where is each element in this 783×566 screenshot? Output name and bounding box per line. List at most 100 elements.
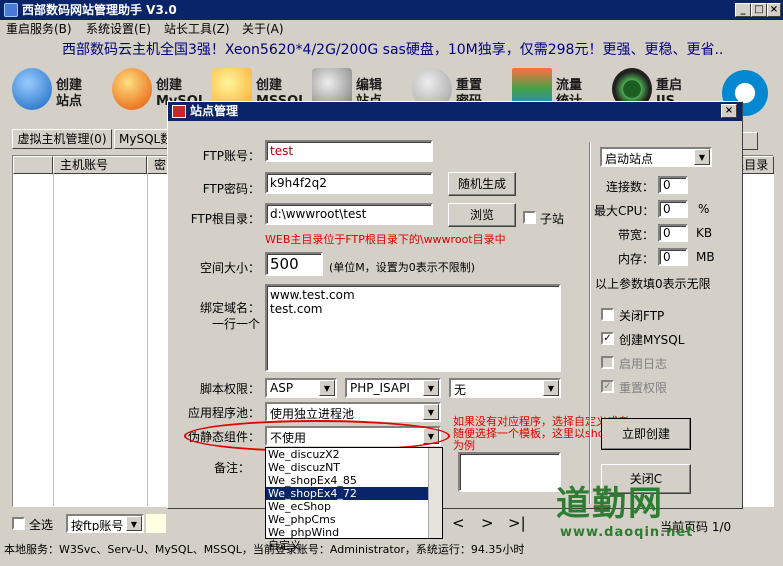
create-now-button[interactable]: 立即创建: [601, 418, 691, 450]
reset-permission-checkbox[interactable]: ✓: [601, 380, 614, 393]
one-per-line-label: 一行一个: [211, 317, 260, 331]
watermark-logo: 道勤网: [556, 484, 664, 524]
select-all-label: 全选: [29, 518, 54, 532]
filter-input[interactable]: [146, 514, 166, 533]
app-icon: [4, 3, 18, 17]
create-mysql-label: 创建MYSQL: [619, 333, 685, 347]
bandwidth-input[interactable]: 0: [658, 224, 688, 242]
domain-textarea[interactable]: www.test.com test.com: [265, 284, 561, 372]
chevron-down-icon: ▼: [319, 380, 335, 396]
tab-virtual-host[interactable]: 虚拟主机管理(0): [12, 129, 112, 149]
filter-select[interactable]: 按ftp账号 ▼: [66, 514, 144, 533]
chevron-down-icon: ▼: [694, 149, 710, 165]
site-manager-dialog: 站点管理 × FTP账号： test FTP密码： k9h4f2q2 随机生成 …: [167, 101, 743, 552]
panel-divider: [589, 142, 590, 504]
memory-unit: MB: [696, 250, 715, 264]
bandwidth-label: 带宽：: [617, 228, 654, 242]
subsite-label: 子站: [540, 212, 565, 226]
script-select-asp[interactable]: ASP ▼: [265, 378, 337, 398]
dropdown-scrollbar[interactable]: [428, 448, 442, 538]
column-divider: [53, 174, 54, 506]
ftp-account-label: FTP账号：: [202, 149, 260, 163]
remark-label: 备注：: [213, 461, 250, 475]
header-ftp-root[interactable]: FTP根目录: [738, 156, 774, 174]
dropdown-option[interactable]: 自定义: [266, 539, 442, 552]
dialog-icon: [172, 105, 186, 118]
chevron-down-icon: ▼: [423, 380, 439, 396]
menu-webmaster-tools[interactable]: 站长工具(Z): [164, 20, 230, 38]
dropdown-option[interactable]: We_shopEx4_85: [266, 474, 442, 487]
dialog-title-bar: 站点管理: [168, 102, 742, 121]
cpu-unit: %: [698, 202, 710, 216]
unlimited-note: 以上参数填0表示无限: [595, 277, 711, 291]
ftp-account-input[interactable]: test: [265, 140, 433, 162]
dropdown-option-selected[interactable]: We_shopEx4_72: [266, 487, 442, 500]
chevron-down-icon: ▼: [423, 404, 439, 420]
web-root-note: WEB主目录位于FTP根目录下的\wwwroot目录中: [265, 233, 506, 246]
close-ftp-label: 关闭FTP: [619, 309, 665, 323]
space-size-input[interactable]: 500: [265, 252, 323, 276]
domain-line: test.com: [270, 302, 323, 316]
memory-label: 内存：: [617, 252, 654, 266]
dropdown-option[interactable]: We_phpWind: [266, 526, 442, 539]
max-cpu-label: 最大CPU：: [594, 204, 655, 218]
ftp-password-label: FTP密码：: [202, 182, 260, 196]
create-mysql-checkbox[interactable]: ✓: [601, 332, 614, 345]
tab-mysql[interactable]: MySQL数: [114, 129, 174, 149]
window-title: 西部数码网站管理助手 V3.0: [22, 3, 177, 17]
dropdown-option[interactable]: We_discuzX2: [266, 448, 442, 461]
maximize-button[interactable]: □: [751, 3, 767, 17]
chevron-down-icon: ▼: [126, 516, 142, 531]
domain-line: www.test.com: [270, 288, 355, 302]
chevron-down-icon: ▼: [543, 380, 559, 396]
globe-icon: [12, 68, 52, 110]
ftp-root-label: FTP根目录：: [190, 212, 260, 226]
site-status-select[interactable]: 启动站点 ▼: [600, 147, 712, 167]
dropdown-option[interactable]: We_discuzNT: [266, 461, 442, 474]
remark-input[interactable]: [458, 452, 561, 492]
menu-settings[interactable]: 系统设置(E): [86, 20, 151, 38]
ftp-root-input[interactable]: d:\wwwroot\test: [265, 203, 433, 225]
dialog-close-button[interactable]: ×: [721, 104, 737, 118]
script-select-php[interactable]: PHP_ISAPI ▼: [345, 378, 441, 398]
create-site-button[interactable]: 创建站点: [10, 64, 102, 118]
app-pool-label: 应用程序池：: [187, 406, 260, 420]
close-ftp-checkbox[interactable]: [601, 308, 614, 321]
prev-page-button[interactable]: <: [452, 514, 465, 532]
last-page-button[interactable]: >|: [508, 514, 526, 532]
promo-banner[interactable]: 西部数码云主机全国3强！Xeon5620*4/2G/200G sas硬盘，10M…: [0, 38, 783, 62]
connections-label: 连接数：: [605, 180, 654, 194]
menu-about[interactable]: 关于(A): [242, 20, 284, 38]
enable-log-checkbox[interactable]: [601, 356, 614, 369]
subsite-checkbox[interactable]: [523, 211, 536, 224]
window-title-bar: 西部数码网站管理助手 V3.0: [0, 0, 783, 20]
ftp-password-input[interactable]: k9h4f2q2: [265, 172, 433, 194]
next-page-button[interactable]: >: [481, 514, 494, 532]
minimize-button[interactable]: _: [735, 3, 751, 17]
watermark-url: www.daoqin.net: [560, 525, 694, 540]
app-pool-select[interactable]: 使用独立进程池 ▼: [265, 402, 441, 422]
select-all-checkbox[interactable]: [12, 517, 25, 530]
browse-button[interactable]: 浏览: [448, 203, 516, 227]
connections-input[interactable]: 0: [658, 176, 688, 194]
space-size-label: 空间大小：: [199, 261, 260, 275]
random-generate-button[interactable]: 随机生成: [448, 172, 516, 196]
space-size-note: (单位M，设置为0表示不限制): [329, 261, 476, 274]
dialog-title: 站点管理: [190, 104, 239, 118]
reset-permission-label: 重置权限: [619, 381, 668, 395]
script-select-other[interactable]: 无 ▼: [449, 378, 561, 398]
dropdown-option[interactable]: We_phpCms: [266, 513, 442, 526]
script-permission-label: 脚本权限：: [199, 382, 260, 396]
dropdown-option[interactable]: We_ecShop: [266, 500, 442, 513]
memory-input[interactable]: 0: [658, 248, 688, 266]
close-window-button[interactable]: ×: [767, 3, 781, 17]
bandwidth-unit: KB: [696, 226, 713, 240]
dolphin-icon: [112, 68, 152, 110]
bind-domain-label: 绑定域名：: [199, 301, 260, 315]
rewrite-dropdown-list[interactable]: We_discuzX2 We_discuzNT We_shopEx4_85 We…: [265, 447, 443, 552]
table-header-blank: [13, 156, 53, 174]
header-host-account[interactable]: 主机账号: [53, 156, 147, 174]
enable-log-label: 启用日志: [619, 357, 668, 371]
max-cpu-input[interactable]: 0: [658, 200, 688, 218]
menu-restart-service[interactable]: 重启服务(B): [6, 20, 72, 38]
